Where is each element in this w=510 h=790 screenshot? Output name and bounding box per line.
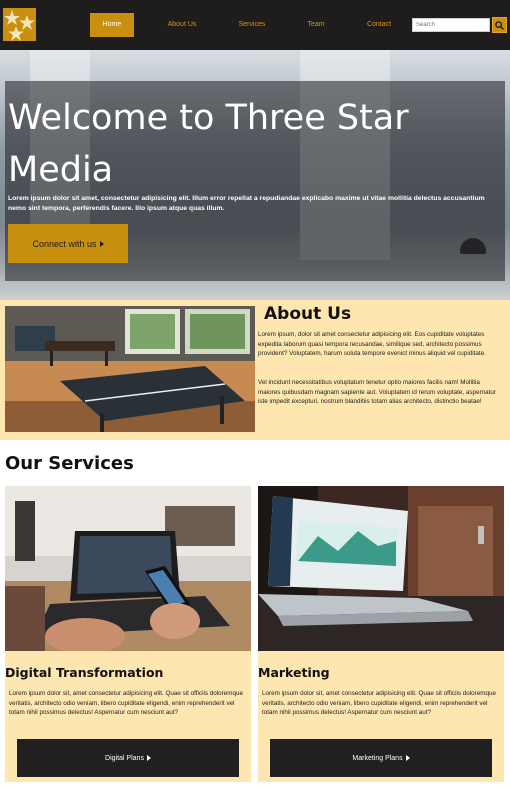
laptop-phone-image bbox=[5, 486, 251, 651]
service-card-marketing: Marketing Lorem ipsum dolor sit, amet co… bbox=[258, 486, 504, 782]
nav-link-services[interactable]: Services bbox=[230, 13, 274, 37]
service-card-text: Lorem ipsum dolor sit, amet consectetur … bbox=[9, 690, 244, 717]
about-section: About Us Lorem ipsum, dolor sit amet con… bbox=[0, 300, 510, 440]
caret-right-icon bbox=[146, 755, 151, 761]
office-ping-pong-image bbox=[5, 306, 255, 432]
digital-plans-button[interactable]: Digital Plans bbox=[17, 739, 239, 777]
search-button[interactable] bbox=[492, 17, 507, 33]
nav-link-home[interactable]: Home bbox=[90, 13, 134, 37]
nav-link-about-us[interactable]: About Us bbox=[160, 13, 204, 37]
three-stars-logo-icon[interactable] bbox=[3, 8, 36, 41]
hero-section: Welcome to Three Star Media Lorem ipsum … bbox=[0, 50, 510, 300]
connect-with-us-label: Connect with us bbox=[32, 238, 97, 249]
laptop-dashboard-image bbox=[258, 486, 504, 651]
service-card-title: Digital Transformation bbox=[5, 665, 164, 680]
about-paragraph-1: Lorem ipsum, dolor sit amet consectetur … bbox=[258, 331, 486, 358]
search-input[interactable] bbox=[412, 18, 490, 32]
service-card-title: Marketing bbox=[258, 665, 330, 680]
digital-plans-label: Digital Plans bbox=[105, 754, 144, 762]
connect-with-us-button[interactable]: Connect with us bbox=[8, 224, 128, 263]
nav-link-contact[interactable]: Contact bbox=[357, 13, 401, 37]
nav-link-team[interactable]: Team bbox=[294, 13, 338, 37]
about-title: About Us bbox=[264, 304, 352, 324]
services-title: Our Services bbox=[5, 453, 134, 474]
hero-title: Welcome to Three Star Media bbox=[8, 98, 409, 190]
hero-description: Lorem ipsum dolor sit amet, consectetur … bbox=[8, 195, 485, 212]
search-icon bbox=[495, 20, 504, 30]
service-card-text: Lorem ipsum dolor sit, amet consectetur … bbox=[262, 690, 497, 717]
service-card-digital-transformation: Digital Transformation Lorem ipsum dolor… bbox=[5, 486, 251, 782]
caret-right-icon bbox=[99, 240, 104, 247]
marketing-plans-button[interactable]: Marketing Plans bbox=[270, 739, 492, 777]
caret-right-icon bbox=[405, 755, 410, 761]
top-navbar: Home About Us Services Team Contact bbox=[0, 0, 510, 50]
about-paragraph-2: Vel incidunt necessitatibus voluptatum t… bbox=[258, 379, 497, 406]
marketing-plans-label: Marketing Plans bbox=[352, 754, 403, 762]
